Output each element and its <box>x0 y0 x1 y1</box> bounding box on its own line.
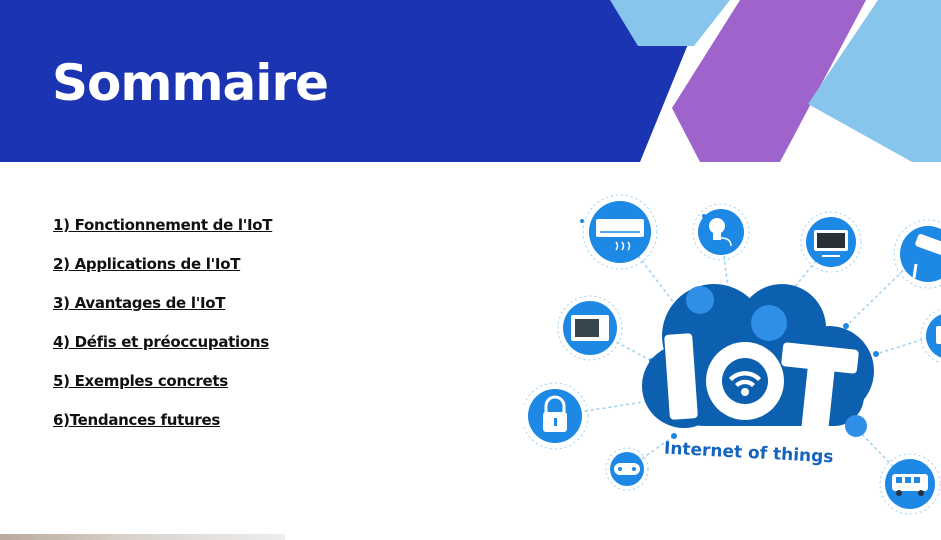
slide: Sommaire 1) Fonctionnement de l'IoT 2) A… <box>0 0 941 540</box>
iot-caption: Internet of things <box>663 439 833 468</box>
iot-illustration: Internet of things <box>524 194 941 515</box>
list-item: 1) Fonctionnement de l'IoT <box>53 214 273 253</box>
agenda-link-6[interactable]: 6)Tendances futures <box>53 411 220 429</box>
list-item: 2) Applications de l'IoT <box>53 253 272 292</box>
list-item: 6)Tendances futures <box>53 409 272 448</box>
security-camera-icon <box>893 219 941 289</box>
agenda-link-3[interactable]: 3) Avantages de l'IoT <box>53 294 226 312</box>
agenda-list: 1) Fonctionnement de l'IoT 2) Applicatio… <box>53 214 273 448</box>
agenda-link-5[interactable]: 5) Exemples concrets <box>53 372 228 390</box>
appliance-icon-right <box>920 308 941 364</box>
bus-icon <box>879 453 941 515</box>
game-controller-icon <box>605 447 649 491</box>
television-icon <box>800 211 862 273</box>
header-band: Sommaire <box>0 0 941 162</box>
air-conditioner-icon <box>582 194 658 270</box>
light-bulb-icon <box>692 203 750 261</box>
list-item: 3) Avantages de l'IoT <box>53 292 272 331</box>
list-item: 5) Exemples concrets <box>53 370 272 409</box>
list-item: 4) Défis et préoccupations <box>53 331 272 370</box>
agenda-link-1[interactable]: 1) Fonctionnement de l'IoT <box>53 216 273 234</box>
bottom-image-strip <box>0 534 285 540</box>
agenda-link-4[interactable]: 4) Défis et préoccupations <box>53 333 269 351</box>
agenda-link-2[interactable]: 2) Applications de l'IoT <box>53 255 240 273</box>
page-title: Sommaire <box>52 54 329 112</box>
padlock-icon <box>524 382 589 450</box>
microwave-icon <box>557 295 623 361</box>
